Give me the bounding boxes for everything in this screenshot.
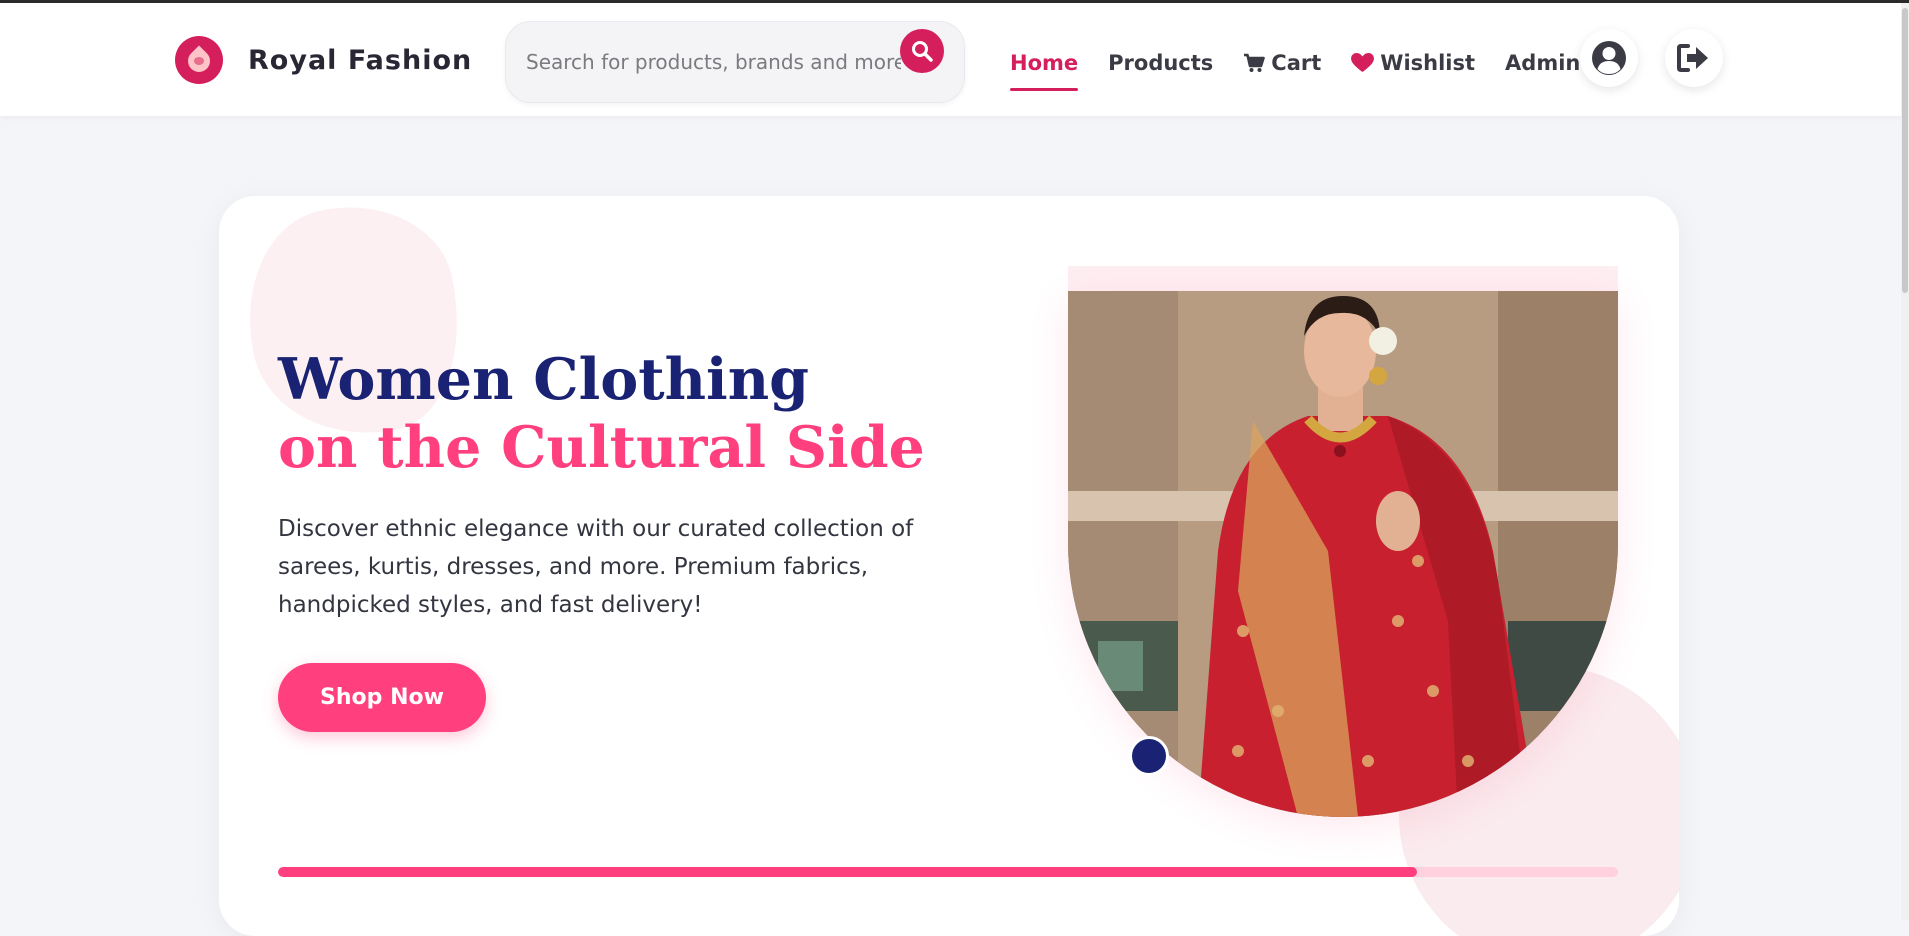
page-scrollbar[interactable] xyxy=(1901,3,1909,920)
hero-banner: Women Clothing on the Cultural Side Disc… xyxy=(219,196,1679,936)
search-button[interactable] xyxy=(900,29,944,73)
nav-products-label: Products xyxy=(1108,51,1214,75)
logout-icon xyxy=(1677,44,1708,72)
hero-title-line1: Women Clothing xyxy=(278,346,810,413)
hero-title-line2: on the Cultural Side xyxy=(278,414,925,481)
nav-admin-label: Admin xyxy=(1505,51,1581,75)
brand-name: Royal Fashion xyxy=(248,44,473,76)
slide-progress-fill xyxy=(278,867,1417,877)
scrollbar-thumb[interactable] xyxy=(1902,8,1908,293)
lotus-logo-icon xyxy=(175,36,223,84)
nav-cart[interactable]: Cart xyxy=(1243,43,1321,83)
nav-products[interactable]: Products xyxy=(1108,43,1213,83)
nav-home[interactable]: Home xyxy=(1010,43,1079,91)
user-circle-icon xyxy=(1592,41,1626,75)
logout-button[interactable] xyxy=(1665,29,1723,87)
hero-image-frame xyxy=(1068,266,1618,291)
search-icon xyxy=(912,41,933,62)
nav-wishlist[interactable]: Wishlist xyxy=(1351,43,1475,83)
nav-home-label: Home xyxy=(1010,51,1079,75)
nav-cart-label: Cart xyxy=(1271,51,1322,75)
carousel-indicator[interactable] xyxy=(1129,736,1169,776)
user-profile-button[interactable] xyxy=(1580,29,1638,87)
slide-progress-bar xyxy=(278,867,1618,877)
search-input[interactable] xyxy=(526,44,901,80)
cart-icon xyxy=(1243,53,1266,73)
hero-description: Discover ethnic elegance with our curate… xyxy=(278,516,914,618)
heart-icon xyxy=(1351,53,1375,73)
brand[interactable]: Royal Fashion xyxy=(175,33,472,87)
nav-admin[interactable]: Admin xyxy=(1505,43,1580,83)
search-bar xyxy=(505,21,965,103)
shop-now-button[interactable]: Shop Now xyxy=(278,663,486,732)
main-nav: Home Products Cart Wishlist Admin xyxy=(1010,43,1610,91)
navbar: Royal Fashion Home Products Car xyxy=(0,3,1909,116)
nav-wishlist-label: Wishlist xyxy=(1380,51,1476,75)
